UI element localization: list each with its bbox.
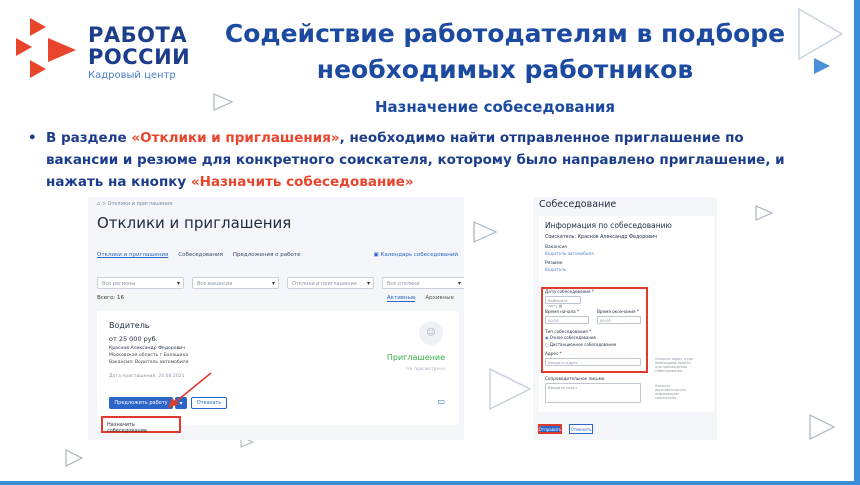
logo: РАБОТА РОССИИ Кадровый центр <box>14 14 204 84</box>
responses-screenshot: ⌂ > Отклики и приглашения Отклики и приг… <box>88 197 464 440</box>
address-hint: Укажите адрес, куда необходимо прийти дл… <box>655 357 693 373</box>
slide: РАБОТА РОССИИ Кадровый центр Содействие … <box>0 0 860 485</box>
bullet-highlight-button: «Назначить собеседование» <box>190 174 414 190</box>
decorative-triangle-icon <box>809 414 836 440</box>
region-select[interactable]: Все регионы <box>97 277 184 289</box>
slide-title: Содействие работодателям в подборе необх… <box>224 19 786 84</box>
user-icon: ☺ <box>426 328 436 338</box>
archive-icon[interactable]: ▭ <box>437 397 445 406</box>
decorative-triangle-icon <box>473 221 498 243</box>
calendar-link[interactable]: ▣ Календарь собеседований <box>374 252 458 258</box>
tab-active[interactable]: Активные <box>386 295 416 302</box>
vacancy-select[interactable]: Все вакансии <box>192 277 279 289</box>
cancel-button[interactable]: Отменить <box>569 424 593 434</box>
status-sub: Не просмотрено <box>406 367 445 372</box>
vacancy-label: Вакансия <box>545 245 567 250</box>
send-button[interactable]: Отправить <box>538 424 562 434</box>
tab-job-offers[interactable]: Предложения о работе <box>233 252 301 258</box>
status-badge: Приглашение <box>386 353 445 362</box>
decorative-triangle-icon <box>489 367 532 411</box>
decorative-triangle-icon <box>798 7 844 61</box>
logo-line-1: РАБОТА <box>88 23 188 47</box>
pointer-arrow-icon <box>168 372 212 408</box>
letter-textarea[interactable]: Введите текст <box>545 383 641 403</box>
type-select[interactable]: Отклики и приглашения <box>287 277 374 289</box>
applicant-line: Соискатель: Краснов Александр Федорович <box>545 235 657 240</box>
schedule-interview-menu-item[interactable]: Назначить собеседование <box>101 416 181 434</box>
logo-line-2: РОССИИ <box>88 45 191 69</box>
logo-line-3: Кадровый центр <box>88 70 176 81</box>
response-card: Водитель от 25 000 руб. Краснов Александ… <box>97 311 459 425</box>
letter-hint: Укажите дополнительную информацию соиска… <box>655 384 686 400</box>
tab-interviews[interactable]: Собеседования <box>178 252 223 258</box>
decorative-triangle-icon <box>814 58 830 74</box>
status-select[interactable]: Все отклики <box>382 277 464 289</box>
bullet-text: В разделе <box>46 130 132 146</box>
decorative-triangle-icon <box>755 205 774 221</box>
resume-link[interactable]: Водитель <box>545 267 566 272</box>
applicant-region: Московская область г Балашиха <box>109 353 189 358</box>
applicant-name[interactable]: Краснов Александр Федорович <box>109 346 185 351</box>
salary: от 25 000 руб. <box>109 335 158 343</box>
offer-job-button[interactable]: Предложить работу <box>109 397 173 409</box>
vacancy-name: Вакансия: Водитель автомобиля <box>109 360 189 365</box>
tab-responses[interactable]: Отклики и приглашения <box>97 252 168 258</box>
total-count: Всего: 16 <box>97 295 125 301</box>
vacancy-link[interactable]: Водитель автомобиля <box>545 251 594 256</box>
logo-mark-icon <box>16 18 76 78</box>
avatar: ☺ <box>419 321 443 345</box>
bullet-highlight-section: «Отклики и приглашения» <box>131 130 340 146</box>
page-title: Отклики и приглашения <box>97 214 292 232</box>
resume-label: Резюме <box>545 261 563 266</box>
view-tabs: Активные Архивные <box>386 295 454 302</box>
breadcrumb[interactable]: ⌂ > Отклики и приглашения <box>97 201 172 207</box>
decorative-triangle-icon <box>213 93 234 111</box>
highlight-box <box>541 287 648 373</box>
instruction-bullet: • В разделе «Отклики и приглашения», нео… <box>28 127 802 193</box>
decorative-triangle-icon <box>65 449 84 467</box>
tabs: Отклики и приглашения Собеседования Пред… <box>97 252 301 258</box>
bullet-dot-icon: • <box>28 130 37 146</box>
position-title: Водитель <box>109 321 150 330</box>
slide-subtitle: Назначение собеседования <box>374 98 616 116</box>
form-title: Информация по собеседованию <box>545 221 672 230</box>
filters: Все регионы Все вакансии Отклики и пригл… <box>97 277 464 289</box>
page-title: Собеседование <box>539 199 617 210</box>
tab-archived[interactable]: Архивные <box>425 295 454 302</box>
letter-label: Сопроводительное письмо <box>545 376 605 381</box>
